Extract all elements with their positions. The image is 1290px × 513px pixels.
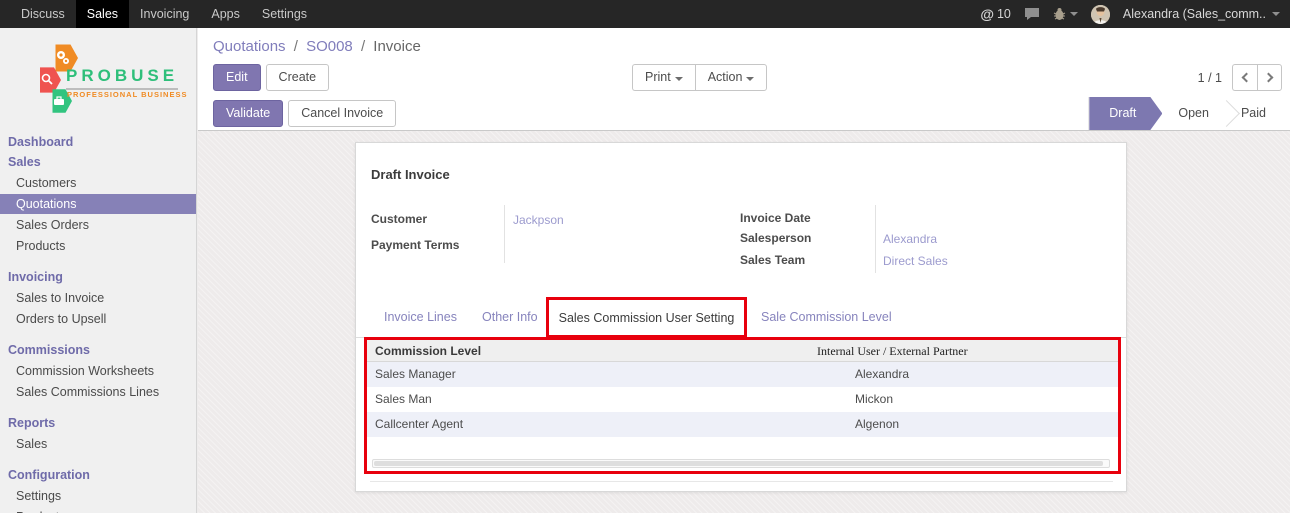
- form-statusbar: Validate Cancel Invoice Draft Open Paid: [198, 97, 1290, 131]
- sidebar-item-sales-commissions-lines[interactable]: Sales Commissions Lines: [0, 382, 196, 402]
- sidebar-section-commissions[interactable]: Commissions: [0, 340, 196, 360]
- breadcrumb-separator: /: [294, 38, 298, 55]
- tab-sale-commission-level[interactable]: Sale Commission Level: [761, 310, 892, 324]
- commission-level-cell: Sales Man: [375, 387, 432, 412]
- invoice-date-label: Invoice Date: [740, 211, 811, 225]
- pager-count: 1 / 1: [1198, 71, 1222, 85]
- sidebar-item-settings[interactable]: Settings: [0, 486, 196, 506]
- table-row[interactable]: Sales Man Mickon: [367, 387, 1118, 412]
- invoice-form-sheet: Draft Invoice Customer Jackpson Payment …: [355, 142, 1127, 492]
- action-label: Action: [708, 70, 743, 84]
- debug-icon[interactable]: [1053, 7, 1078, 21]
- sidebar-item-config-products[interactable]: Products: [0, 507, 196, 513]
- breadcrumb-separator: /: [361, 38, 365, 55]
- sidebar-item-reports-sales[interactable]: Sales: [0, 434, 196, 454]
- tab-sales-commission-user-setting[interactable]: Sales Commission User Setting: [559, 311, 735, 325]
- sales-team-value[interactable]: Direct Sales: [883, 254, 948, 268]
- edit-button[interactable]: Edit: [213, 64, 261, 91]
- chevron-down-icon: [746, 77, 754, 81]
- pager-next-button[interactable]: [1257, 64, 1282, 91]
- logo-title: PROBUSE: [66, 66, 178, 90]
- customer-value[interactable]: Jackpson: [513, 213, 564, 227]
- sidebar-item-commission-worksheets[interactable]: Commission Worksheets: [0, 361, 196, 381]
- sidebar-section-reports[interactable]: Reports: [0, 413, 196, 433]
- table-header-row: Commission Level Internal User / Externa…: [367, 340, 1118, 362]
- payment-terms-label: Payment Terms: [371, 238, 459, 252]
- commission-level-cell: Callcenter Agent: [375, 412, 463, 437]
- topbar-systray: @ 10 Alexandra (Sales_comm..: [980, 5, 1290, 24]
- sidebar-item-sales-to-invoice[interactable]: Sales to Invoice: [0, 288, 196, 308]
- menu-invoicing[interactable]: Invoicing: [129, 0, 200, 28]
- horizontal-scrollbar[interactable]: [372, 459, 1110, 468]
- sidebar-item-customers[interactable]: Customers: [0, 173, 196, 193]
- user-menu[interactable]: Alexandra (Sales_comm..: [1123, 7, 1266, 21]
- user-cell: Algenon: [855, 412, 899, 437]
- sidebar-item-sales[interactable]: Sales: [0, 152, 196, 172]
- create-button[interactable]: Create: [266, 64, 330, 91]
- tab-invoice-lines[interactable]: Invoice Lines: [384, 310, 457, 324]
- menu-settings[interactable]: Settings: [251, 0, 318, 28]
- validate-button[interactable]: Validate: [213, 100, 283, 127]
- sidebar-section-configuration[interactable]: Configuration: [0, 465, 196, 485]
- col-header-internal-user[interactable]: Internal User / External Partner: [817, 340, 968, 362]
- scrollbar-thumb[interactable]: [374, 461, 1103, 466]
- mention-counter[interactable]: @ 10: [980, 6, 1011, 22]
- sidebar-nav: Dashboard Sales Customers Quotations Sal…: [0, 132, 196, 513]
- pager: 1 / 1: [1198, 64, 1282, 91]
- menu-discuss[interactable]: Discuss: [10, 0, 76, 28]
- commission-level-cell: Sales Manager: [375, 362, 456, 387]
- chevron-right-icon: [1263, 73, 1273, 83]
- avatar[interactable]: [1091, 5, 1110, 24]
- user-cell: Alexandra: [855, 362, 909, 387]
- sidebar-item-sales-orders[interactable]: Sales Orders: [0, 215, 196, 235]
- field-group-divider: [504, 205, 505, 263]
- salesperson-label: Salesperson: [740, 231, 811, 245]
- sidebar-item-products[interactable]: Products: [0, 236, 196, 256]
- breadcrumb-so008[interactable]: SO008: [306, 38, 353, 55]
- status-paid[interactable]: Paid: [1225, 97, 1282, 130]
- cancel-invoice-button[interactable]: Cancel Invoice: [288, 100, 396, 127]
- print-label: Print: [645, 70, 671, 84]
- menu-sales[interactable]: Sales: [76, 0, 129, 28]
- chat-icon[interactable]: [1024, 7, 1040, 21]
- status-draft[interactable]: Draft: [1089, 97, 1162, 130]
- table-row[interactable]: Sales Manager Alexandra: [367, 362, 1118, 387]
- table-row[interactable]: Callcenter Agent Algenon: [367, 412, 1118, 437]
- control-panel: Quotations / SO008 / Invoice Edit Create…: [198, 28, 1290, 97]
- sidebar: PROBUSE PROFESSIONAL BUSINESS Dashboard …: [0, 28, 197, 513]
- pager-previous-button[interactable]: [1232, 64, 1257, 91]
- sidebar-item-orders-to-upsell[interactable]: Orders to Upsell: [0, 309, 196, 329]
- breadcrumb-current: Invoice: [373, 38, 421, 55]
- chevron-left-icon: [1242, 73, 1252, 83]
- menu-apps[interactable]: Apps: [200, 0, 251, 28]
- salesperson-value[interactable]: Alexandra: [883, 232, 937, 246]
- breadcrumb: Quotations / SO008 / Invoice: [213, 38, 421, 55]
- breadcrumb-quotations[interactable]: Quotations: [213, 38, 286, 55]
- topbar: Discuss Sales Invoicing Apps Settings @ …: [0, 0, 1290, 28]
- page-title: Draft Invoice: [371, 167, 450, 182]
- sales-team-label: Sales Team: [740, 253, 805, 267]
- customer-label: Customer: [371, 212, 427, 226]
- app-menu: Discuss Sales Invoicing Apps Settings: [0, 0, 318, 28]
- col-header-commission-level[interactable]: Commission Level: [375, 340, 481, 362]
- chevron-down-icon[interactable]: [1272, 12, 1280, 16]
- chevron-down-icon: [675, 77, 683, 81]
- action-dropdown-button[interactable]: Action: [695, 64, 768, 91]
- commission-table: Commission Level Internal User / Externa…: [364, 337, 1121, 474]
- sidebar-item-dashboard[interactable]: Dashboard: [0, 132, 196, 152]
- mention-count: 10: [997, 7, 1011, 21]
- status-pipeline: Draft Open Paid: [1088, 97, 1282, 130]
- probuse-logo: PROBUSE PROFESSIONAL BUSINESS: [0, 40, 196, 132]
- sheet-divider: [370, 481, 1113, 482]
- at-icon: @: [980, 6, 994, 22]
- annotation-highlight-tab: Sales Commission User Setting: [546, 297, 747, 338]
- print-dropdown-button[interactable]: Print: [632, 64, 695, 91]
- field-group-divider: [875, 205, 876, 273]
- user-cell: Mickon: [855, 387, 893, 412]
- sidebar-section-invoicing[interactable]: Invoicing: [0, 267, 196, 287]
- chevron-down-icon: [1070, 12, 1078, 16]
- tab-other-info[interactable]: Other Info: [482, 310, 538, 324]
- logo-subtitle: PROFESSIONAL BUSINESS: [67, 90, 187, 99]
- sidebar-item-quotations[interactable]: Quotations: [0, 194, 196, 214]
